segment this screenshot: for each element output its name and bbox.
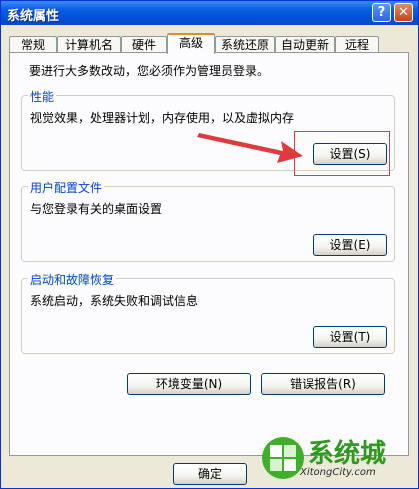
user-profiles-settings-button[interactable]: 设置(E)	[313, 234, 387, 256]
startup-recovery-title: 启动和故障恢复	[28, 271, 117, 288]
user-profiles-description: 与您登录有关的桌面设置	[30, 202, 163, 216]
watermark-brand: 系统城	[308, 439, 387, 469]
watermark: 系统城 XitongCity.com	[256, 431, 418, 489]
close-icon: ✕	[398, 5, 409, 20]
tab-advanced[interactable]: 高级	[167, 33, 215, 54]
help-icon: ?	[377, 5, 386, 20]
performance-title: 性能	[28, 88, 57, 105]
admin-notice: 要进行大多数改动，您必须作为管理员登录。	[29, 64, 270, 78]
red-arrow-icon	[197, 133, 303, 163]
ok-button[interactable]: 确定	[173, 463, 247, 485]
close-button[interactable]: ✕	[394, 3, 413, 22]
help-button[interactable]: ?	[372, 3, 391, 22]
watermark-url: XitongCity.com	[300, 467, 376, 478]
annotation-highlight-box	[294, 131, 390, 176]
environment-variables-button[interactable]: 环境变量(N)	[127, 373, 251, 395]
error-reporting-button[interactable]: 错误报告(R)	[261, 373, 385, 395]
startup-recovery-group: 启动和故障恢复 系统启动，系统失败和调试信息 设置(T)	[21, 271, 395, 354]
user-profiles-group: 用户配置文件 与您登录有关的桌面设置 设置(E)	[21, 179, 395, 262]
performance-description: 视觉效果，处理器计划，内存使用，以及虚拟内存	[30, 111, 295, 125]
tab-remote[interactable]: 远程	[335, 36, 379, 53]
startup-recovery-description: 系统启动，系统失败和调试信息	[30, 294, 199, 308]
tab-general[interactable]: 常规	[9, 36, 57, 53]
tab-system-restore[interactable]: 系统还原	[215, 36, 275, 53]
tab-hardware[interactable]: 硬件	[121, 36, 167, 53]
title-bar[interactable]: 系统属性 ? ✕	[1, 1, 418, 25]
advanced-panel: 要进行大多数改动，您必须作为管理员登录。 性能 视觉效果，处理器计划，内存使用，…	[9, 52, 409, 456]
window-title: 系统属性	[7, 9, 60, 24]
tab-computer-name[interactable]: 计算机名	[57, 36, 121, 53]
tab-automatic-updates[interactable]: 自动更新	[275, 36, 335, 53]
startup-settings-button[interactable]: 设置(T)	[313, 326, 387, 348]
user-profiles-title: 用户配置文件	[28, 179, 105, 196]
system-properties-window: 系统属性 ? ✕ 常规 计算机名 硬件 高级 系统还原 自动更新 远程 要进行大…	[0, 0, 419, 489]
